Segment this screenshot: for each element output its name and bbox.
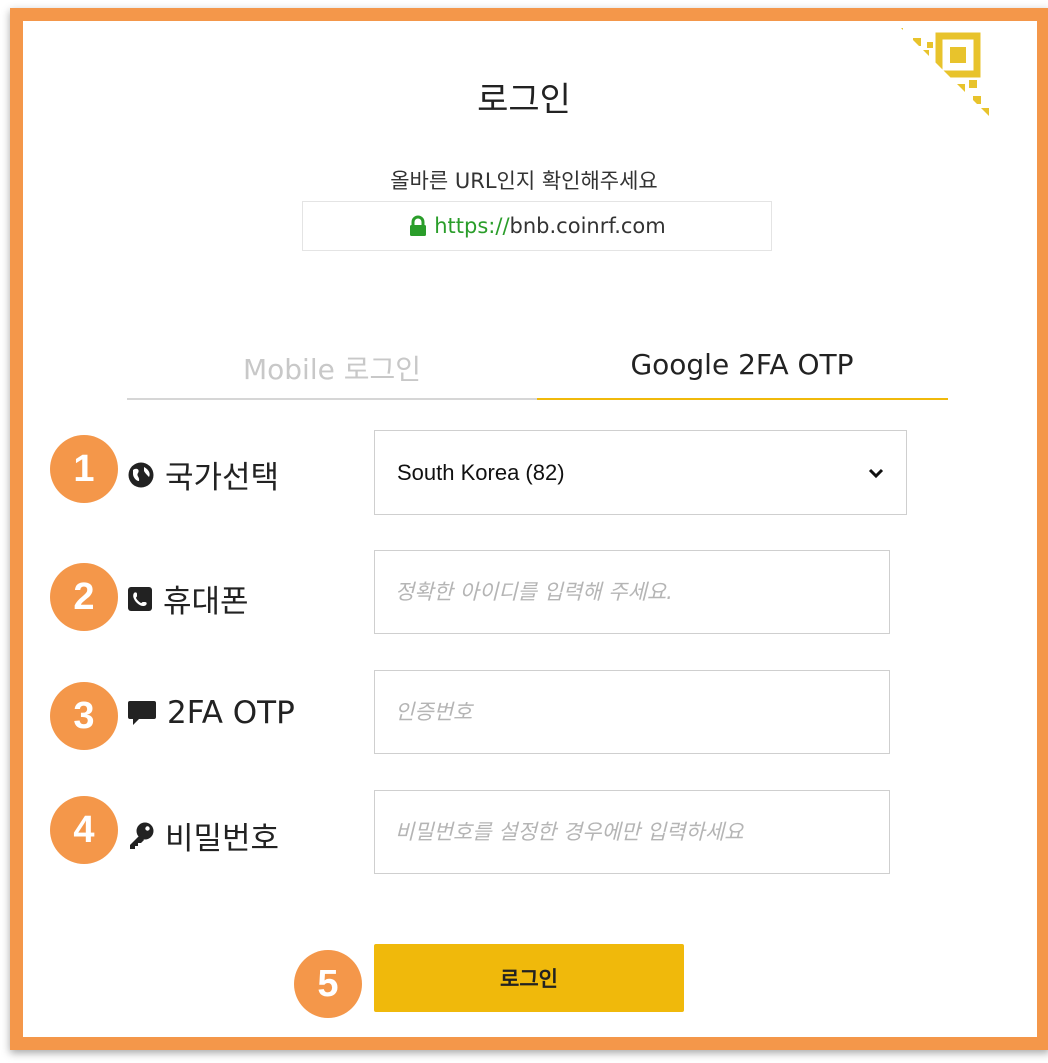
tab-underline-active [537,398,948,400]
tab-mobile-login[interactable]: Mobile 로그인 [127,348,537,388]
tab-underline-inactive [127,398,537,400]
phone-row-label: 휴대폰 [127,576,249,621]
country-label: 국가선택 [165,460,280,496]
password-row-label: 비밀번호 [127,813,279,858]
login-button[interactable]: 로그인 [374,944,684,1012]
phone-label: 휴대폰 [163,584,249,620]
chat-icon [128,701,156,725]
password-input[interactable] [374,790,890,874]
key-icon [130,822,154,849]
step-badge-5: 5 [294,950,362,1018]
step-badge-1: 1 [50,435,118,503]
lock-icon [410,215,427,236]
url-protocol: https:// [434,214,510,238]
step-badge-3: 3 [50,682,118,750]
phone-input[interactable] [374,550,890,634]
tab-google-2fa-otp[interactable]: Google 2FA OTP [537,348,947,381]
otp-label: 2FA OTP [167,695,295,731]
step-badge-4: 4 [50,796,118,864]
page-title: 로그인 [477,80,571,120]
globe-icon [128,462,154,487]
url-host: bnb.coinrf.com [509,214,666,238]
phone-icon [128,586,152,611]
country-select-value: South Korea (82) [397,459,565,485]
otp-input[interactable] [374,670,890,754]
url-box: https://bnb.coinrf.com [302,201,772,251]
country-select[interactable]: South Korea (82) [374,430,907,515]
otp-row-label: 2FA OTP [127,695,295,731]
url-notice: 올바른 URL인지 확인해주세요 [390,169,658,193]
chevron-down-icon [868,468,884,478]
password-label: 비밀번호 [165,821,280,857]
country-row-label: 국가선택 [127,452,279,497]
step-badge-2: 2 [50,563,118,631]
